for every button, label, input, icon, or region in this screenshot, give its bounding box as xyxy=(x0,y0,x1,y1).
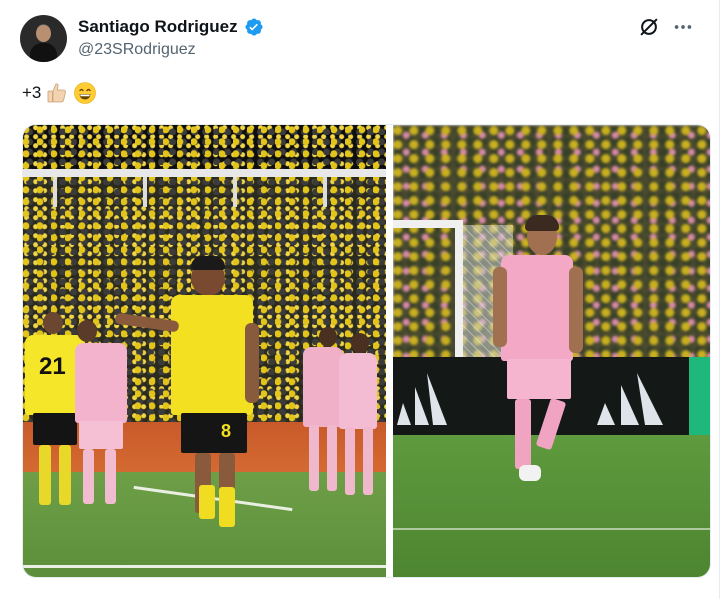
author-display-name[interactable]: Santiago Rodriguez xyxy=(78,17,238,37)
pitch xyxy=(393,435,710,577)
grinning-face-emoji-icon xyxy=(74,82,97,104)
jersey-number-8: 8 xyxy=(221,421,232,441)
post-text: +3 xyxy=(22,81,97,105)
post-card: Santiago Rodriguez @23SRodriguez +3 21 8 xyxy=(0,0,720,599)
photo-right[interactable] xyxy=(393,125,710,577)
avatar-face xyxy=(36,25,51,42)
author-avatar[interactable] xyxy=(20,15,67,62)
author-name-row: Santiago Rodriguez xyxy=(78,17,264,37)
railing-post xyxy=(323,177,327,207)
author-handle[interactable]: @23SRodriguez xyxy=(78,41,196,59)
pitch-line xyxy=(393,528,710,530)
railing-post xyxy=(53,177,57,207)
post-text-content: +3 xyxy=(22,83,42,102)
photo-left[interactable]: 21 8 xyxy=(23,125,386,577)
verified-badge-icon xyxy=(245,18,263,36)
media-grid: 21 8 xyxy=(22,124,711,578)
jersey-number-21: 21 xyxy=(39,353,66,380)
pitch-line xyxy=(23,565,386,568)
stadium-railing xyxy=(23,169,386,177)
adidas-logo-icon xyxy=(597,373,663,425)
grok-icon[interactable] xyxy=(638,16,660,38)
adidas-logo-icon xyxy=(397,373,447,425)
avatar-shirt xyxy=(30,43,57,62)
more-options-icon[interactable] xyxy=(672,16,694,38)
green-board xyxy=(689,357,710,435)
railing-post xyxy=(143,177,147,207)
goal-crossbar xyxy=(393,220,463,228)
railing-post xyxy=(233,177,237,207)
thumbs-up-emoji-icon xyxy=(47,83,67,103)
